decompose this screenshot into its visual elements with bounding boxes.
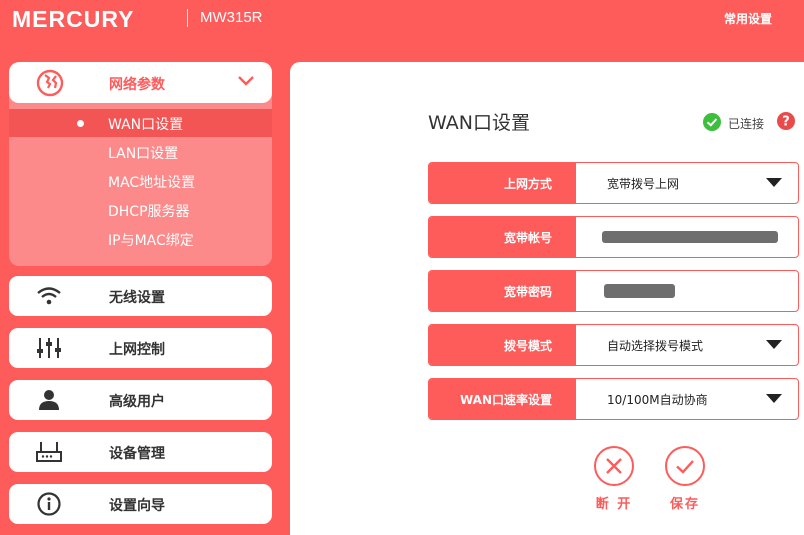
field-label-bg: 宽带密码 — [429, 271, 576, 311]
sidebar-item-wireless[interactable]: 无线设置 — [9, 276, 272, 316]
sidebar-subitem-label: LAN口设置 — [108, 146, 179, 162]
field-label-bg: WAN口速率设置 — [429, 379, 576, 419]
check-circle — [665, 446, 705, 486]
globe-icon — [36, 69, 64, 97]
dial-mode-select[interactable]: 拨号模式 自动选择拨号模式 — [428, 324, 799, 366]
common-settings-link[interactable]: 常用设置 — [724, 10, 772, 27]
check-icon — [676, 460, 694, 474]
sidebar: 网络参数 WAN口设置 LAN口设置 MAC地址设置 DHCP服务器 IP与MA… — [0, 62, 290, 535]
svg-text:?: ? — [782, 115, 790, 130]
field-label-bg: 上网方式 — [429, 163, 576, 203]
sidebar-item-label: 设置向导 — [109, 498, 165, 514]
sidebar-item-label: 无线设置 — [109, 290, 165, 306]
sidebar-subitem-label: IP与MAC绑定 — [108, 233, 194, 249]
field-value: 自动选择拨号模式 — [607, 339, 704, 353]
disconnect-button[interactable]: 断 开 — [584, 446, 644, 516]
close-icon — [606, 458, 622, 474]
redacted-text — [602, 231, 778, 243]
field-label: 宽带帐号 — [503, 231, 552, 245]
sidebar-item-advanced-user[interactable]: 高级用户 — [9, 380, 272, 420]
network-params-group: 网络参数 WAN口设置 LAN口设置 MAC地址设置 DHCP服务器 IP与MA… — [9, 62, 272, 266]
sidebar-item-access-control[interactable]: 上网控制 — [9, 328, 272, 368]
active-dot — [77, 120, 84, 127]
sidebar-subitem-wan[interactable]: WAN口设置 — [9, 109, 272, 137]
check-circle-icon — [703, 113, 721, 131]
field-value: 10/100M自动协商 — [607, 393, 708, 407]
connection-status: 已连接 ? — [703, 112, 798, 134]
sidebar-item-network-params[interactable]: 网络参数 — [9, 62, 272, 103]
sidebar-subitem-label: WAN口设置 — [108, 117, 184, 133]
info-icon — [37, 492, 61, 516]
field-label-bg: 拨号模式 — [429, 325, 576, 365]
sidebar-subitem-ip-mac-binding[interactable]: IP与MAC绑定 — [9, 225, 272, 253]
field-label: WAN口速率设置 — [459, 393, 552, 407]
save-label: 保存 — [669, 497, 700, 512]
broadband-account-row: 宽带帐号 — [428, 216, 799, 258]
close-circle — [594, 446, 634, 486]
sidebar-subitem-mac[interactable]: MAC地址设置 — [9, 167, 272, 195]
wan-speed-select[interactable]: WAN口速率设置 10/100M自动协商 — [428, 378, 799, 420]
dropdown-arrow-icon — [766, 394, 782, 403]
main-panel: WAN口设置 已连接 ? 上网方式 宽带拨号上网 宽带帐号 宽带密码 拨号模式 … — [290, 62, 804, 535]
help-icon[interactable]: ? — [777, 112, 795, 130]
field-label: 拨号模式 — [503, 339, 552, 353]
model-name: MW315R — [200, 9, 263, 26]
brand-logo: MERCURY — [12, 6, 135, 32]
sidebar-subitem-lan[interactable]: LAN口设置 — [9, 138, 272, 166]
field-label: 宽带密码 — [503, 285, 552, 299]
broadband-password-input[interactable] — [576, 271, 798, 311]
dropdown-arrow-icon — [766, 340, 782, 349]
field-value: 宽带拨号上网 — [607, 177, 680, 191]
sidebar-item-setup-wizard[interactable]: 设置向导 — [9, 484, 272, 524]
redacted-text — [604, 284, 675, 298]
broadband-account-input[interactable] — [576, 217, 798, 257]
router-icon — [36, 442, 62, 462]
sidebar-item-label: 高级用户 — [109, 394, 165, 410]
sidebar-subitem-label: DHCP服务器 — [108, 204, 190, 220]
wifi-icon — [37, 287, 61, 305]
save-button[interactable]: 保存 — [655, 446, 715, 516]
sidebar-item-label: 网络参数 — [109, 77, 165, 93]
sidebar-item-device-management[interactable]: 设备管理 — [9, 432, 272, 472]
user-icon — [39, 390, 59, 410]
page-title: WAN口设置 — [428, 112, 530, 134]
field-label: 上网方式 — [503, 177, 552, 191]
status-text: 已连接 — [728, 117, 765, 131]
broadband-password-row: 宽带密码 — [428, 270, 799, 312]
sidebar-subitem-label: MAC地址设置 — [108, 175, 196, 191]
dropdown-arrow-icon — [766, 178, 782, 187]
sliders-icon — [37, 338, 61, 358]
sidebar-item-label: 设备管理 — [109, 446, 165, 462]
sidebar-item-label: 上网控制 — [109, 342, 165, 358]
top-bar: MERCURY MW315R 常用设置 — [0, 0, 804, 62]
field-label-bg: 宽带帐号 — [429, 217, 576, 257]
sidebar-subitem-dhcp[interactable]: DHCP服务器 — [9, 196, 272, 224]
disconnect-label: 断 开 — [595, 497, 633, 512]
brand-divider — [187, 9, 188, 27]
connection-type-select[interactable]: 上网方式 宽带拨号上网 — [428, 162, 799, 204]
chevron-down-icon[interactable] — [237, 74, 255, 88]
